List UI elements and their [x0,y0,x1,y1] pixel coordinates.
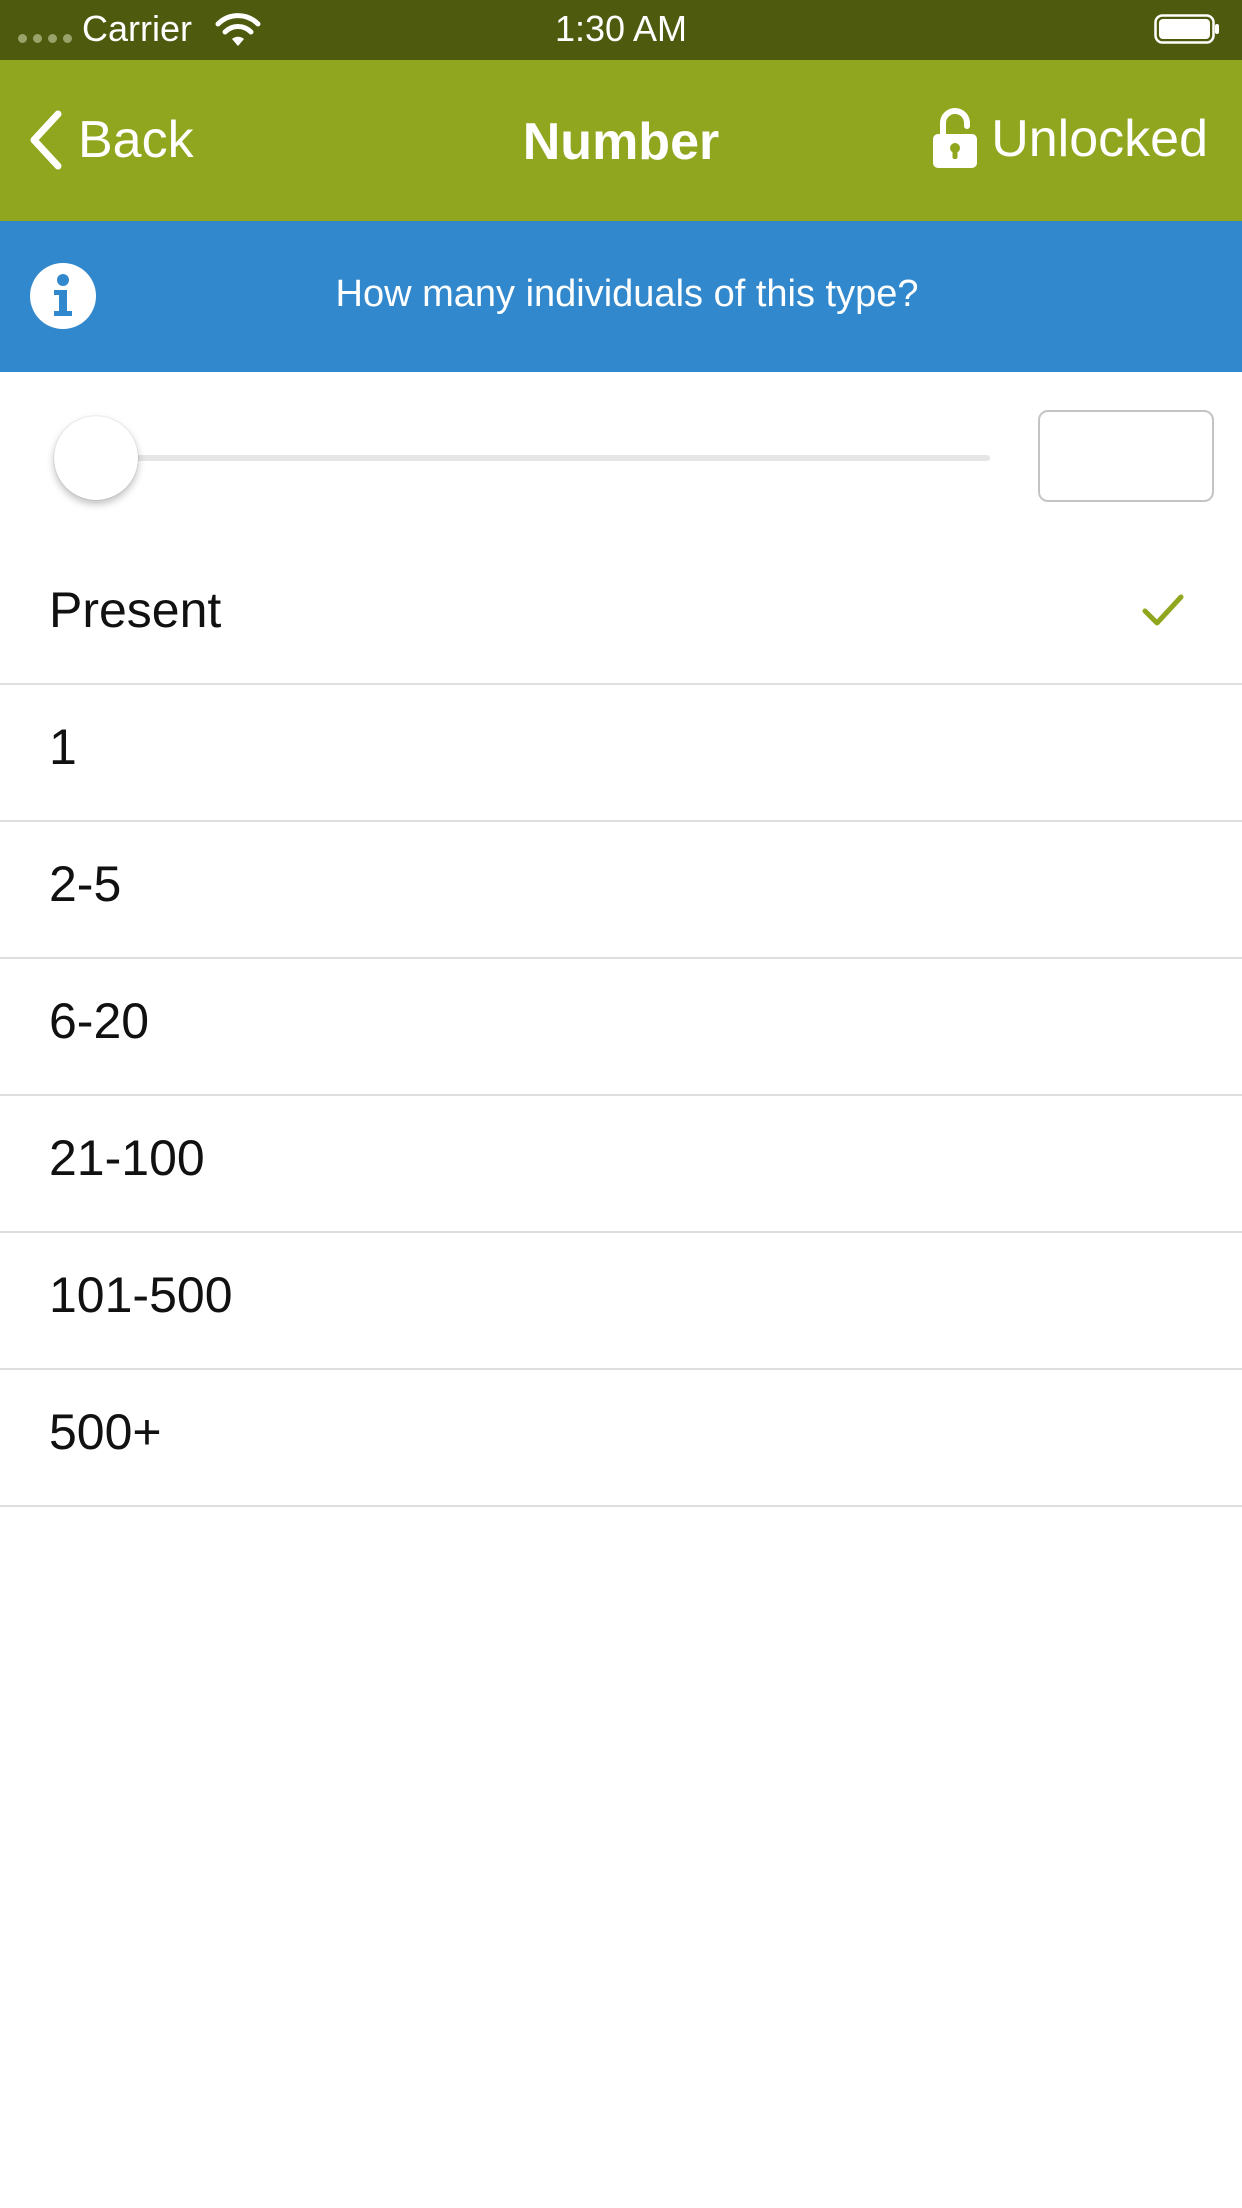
option-label: 6-20 [49,993,150,1049]
option-label: 21-100 [49,1130,205,1186]
list-item[interactable]: 500+ [0,1370,1242,1507]
option-label: 500+ [49,1404,162,1460]
info-banner: How many individuals of this type? [0,221,1242,372]
slider-track[interactable] [80,455,990,461]
navigation-bar: Back Number Unlocked [0,60,1242,221]
info-text: How many individuals of this type? [335,273,919,315]
screen: Carrier 1:30 AM Back Number Unlocked How… [0,0,1242,2208]
status-time: 1:30 AM [554,8,688,49]
list-item[interactable]: 6-20 [0,959,1242,1096]
option-label: 2-5 [49,856,122,912]
status-bar: Carrier 1:30 AM [0,0,1242,60]
option-label: 101-500 [49,1267,233,1323]
list-item[interactable]: 101-500 [0,1233,1242,1370]
unlocked-toggle-button[interactable]: Unlocked [931,108,1208,170]
checkmark-icon [1142,594,1184,626]
list-item[interactable]: 1 [0,685,1242,822]
option-label: Present [49,582,222,638]
number-input[interactable] [1038,410,1214,502]
list-item[interactable]: 21-100 [0,1096,1242,1233]
list-item[interactable]: 2-5 [0,822,1242,959]
unlocked-label: Unlocked [991,110,1208,168]
unlocked-padlock-icon [933,108,978,168]
slider-thumb[interactable] [54,416,138,500]
option-label: 1 [49,719,77,775]
number-options-list: Present 1 2-5 6-20 21-100 101-500 500+ [0,548,1242,1507]
battery-icon [1154,14,1219,44]
list-item[interactable]: Present [0,548,1242,685]
number-slider-row [0,372,1242,548]
